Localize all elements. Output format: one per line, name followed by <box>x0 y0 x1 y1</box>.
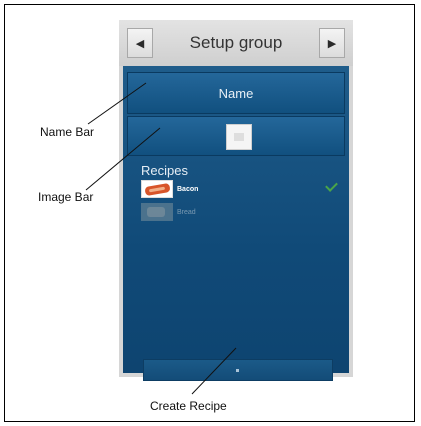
create-recipe-leader-line <box>191 347 237 395</box>
annotation-create-recipe: Create Recipe <box>150 399 227 413</box>
annotation-leader-lines <box>85 82 237 395</box>
annotation-name-bar: Name Bar <box>40 125 95 139</box>
name-bar-leader-line <box>87 82 147 125</box>
image-bar-leader-line <box>85 127 161 191</box>
annotation-image-bar: Image Bar <box>38 190 94 204</box>
